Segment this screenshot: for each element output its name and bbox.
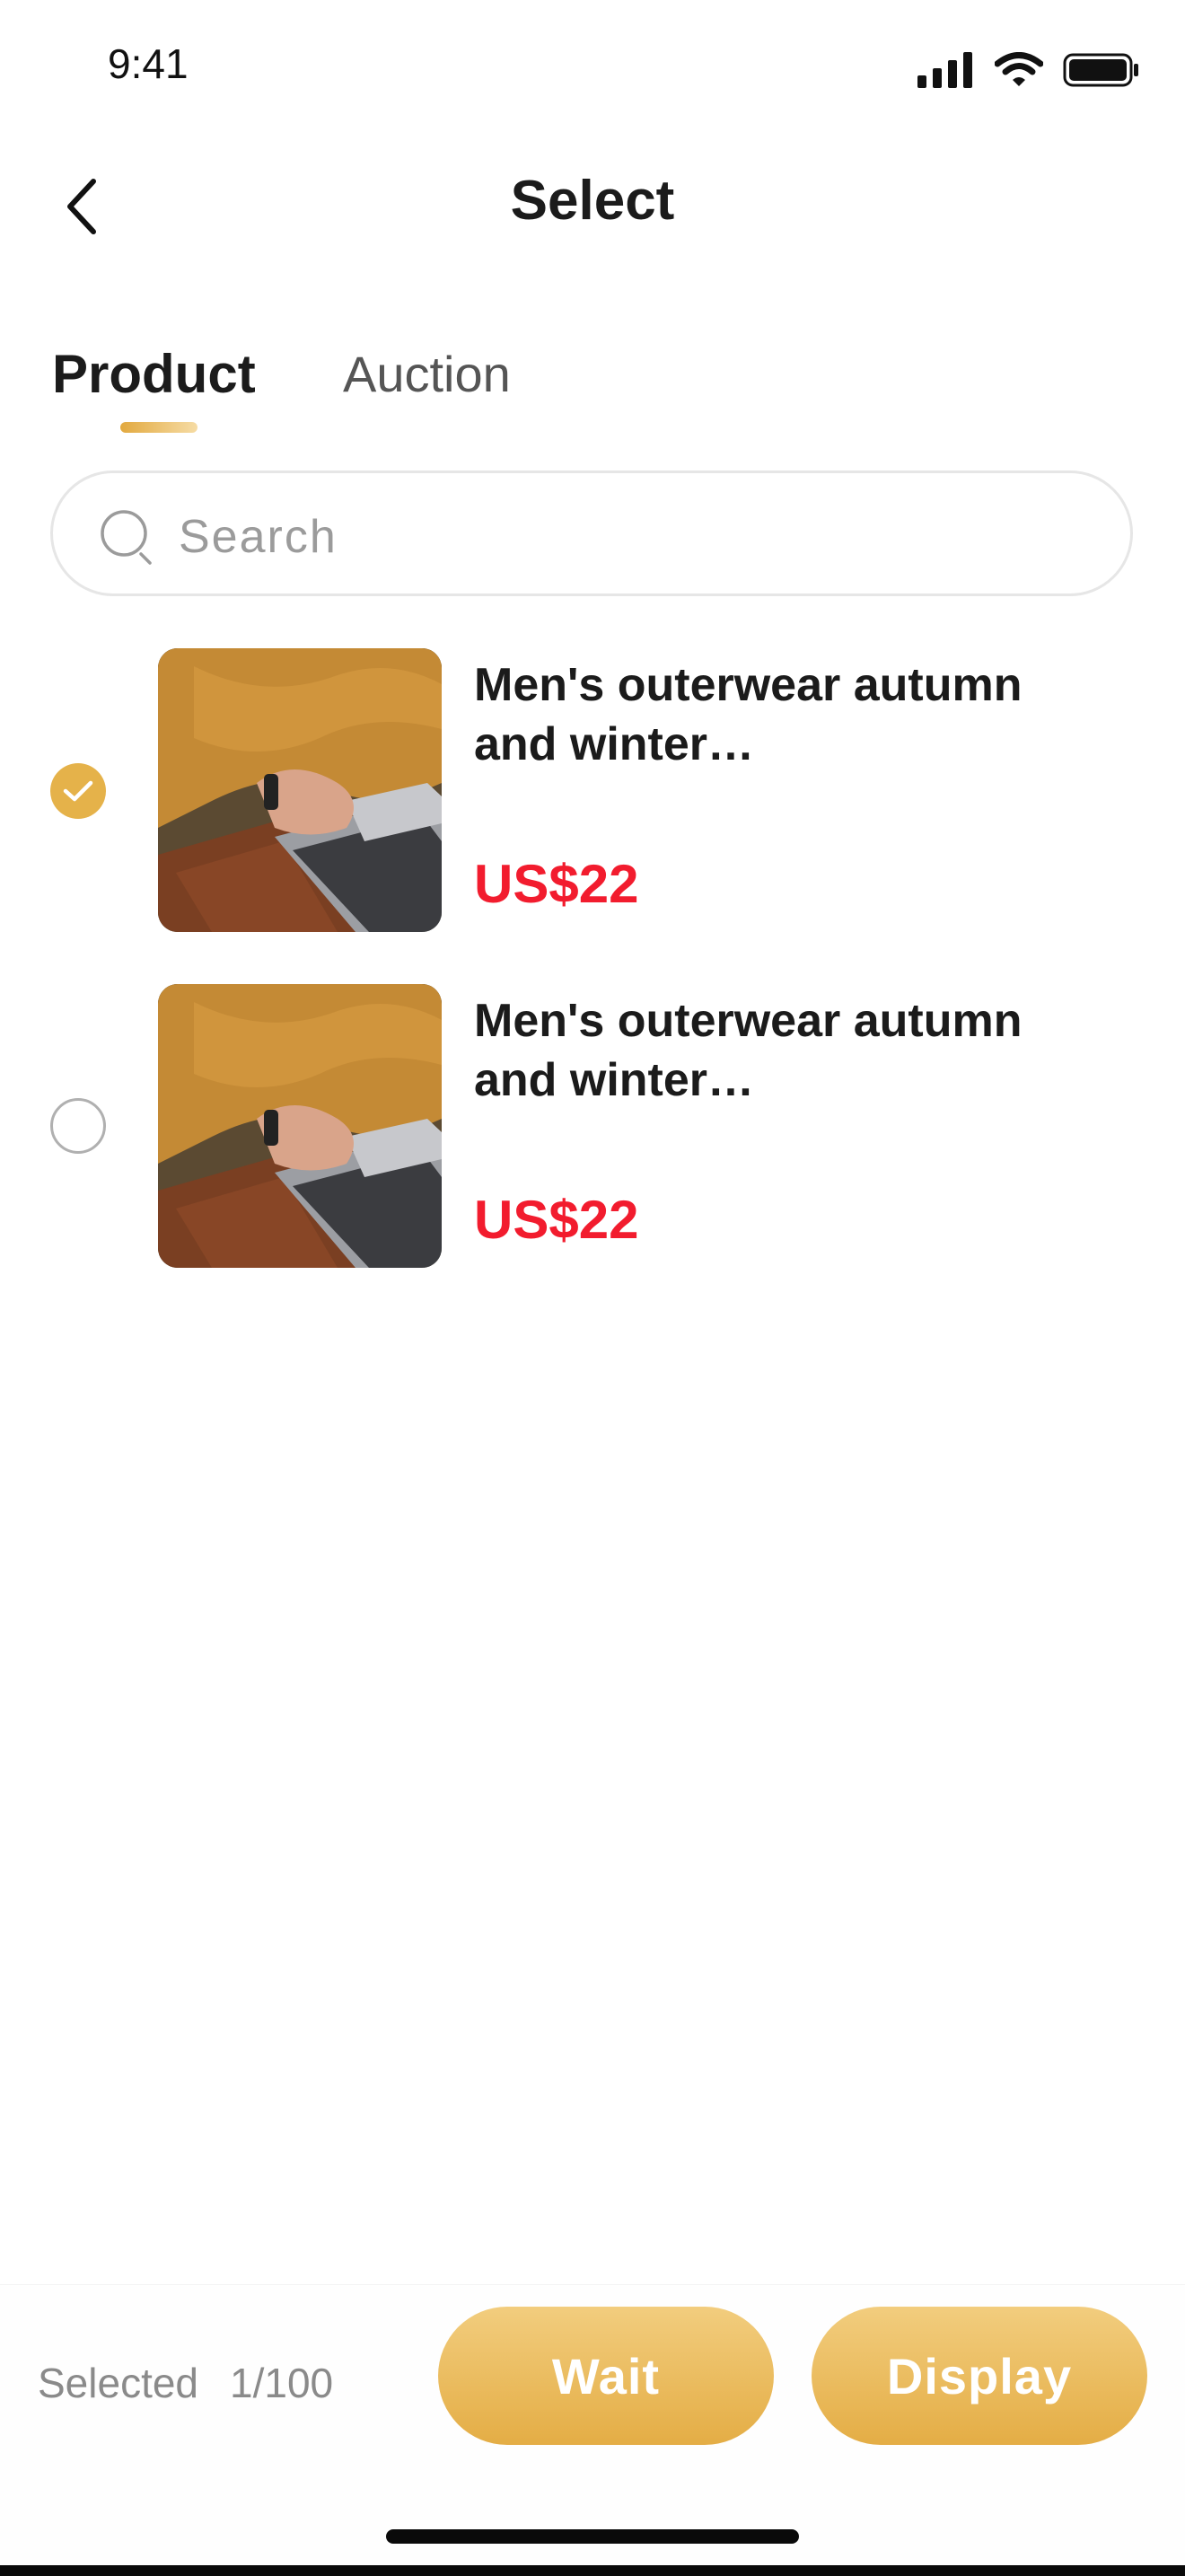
product-name[interactable]: Men's outerwear autumn and winter… [474,991,1120,1110]
wifi-icon [995,52,1043,86]
product-image[interactable] [158,984,442,1268]
search-bar[interactable] [50,470,1133,596]
bottom-edge [0,2565,1185,2576]
search-input[interactable] [177,500,1078,574]
status-time: 9:41 [108,40,189,87]
product-price: US$22 [474,1190,639,1250]
product-name[interactable]: Men's outerwear autumn and winter… [474,655,1120,774]
battery-icon [1063,53,1138,87]
product-list-item[interactable]: Men's outerwear autumn and winter… US$22 [0,648,1185,936]
home-indicator [386,2529,799,2544]
display-button[interactable]: Display [812,2307,1147,2445]
signal-icon [917,52,972,88]
product-name-line: and winter… [474,1054,755,1106]
tab-auction[interactable]: Auction [343,345,511,403]
product-name-line: Men's outerwear autumn [474,995,1023,1047]
product-list-item[interactable]: Men's outerwear autumn and winter… US$22 [0,984,1185,1271]
product-photo [158,984,442,1268]
bottom-action-bar: Selected 1/100 Wait Display [0,2284,1185,2576]
checkmark-icon [63,780,93,802]
selected-label: Selected [38,2360,199,2406]
active-tab-indicator [120,422,198,433]
unselected-checkbox[interactable] [50,1098,106,1154]
wait-button[interactable]: Wait [438,2307,774,2445]
selected-count: 1/100 [230,2360,334,2406]
product-name-line: Men's outerwear autumn [474,659,1023,711]
selected-checkbox[interactable] [50,763,106,819]
tab-product[interactable]: Product [52,343,256,405]
product-name-line: and winter… [474,718,755,770]
status-icons [917,52,1140,88]
product-image[interactable] [158,648,442,932]
search-icon [101,510,152,565]
product-photo [158,648,442,932]
page-title: Select [510,170,675,232]
product-price: US$22 [474,854,639,914]
